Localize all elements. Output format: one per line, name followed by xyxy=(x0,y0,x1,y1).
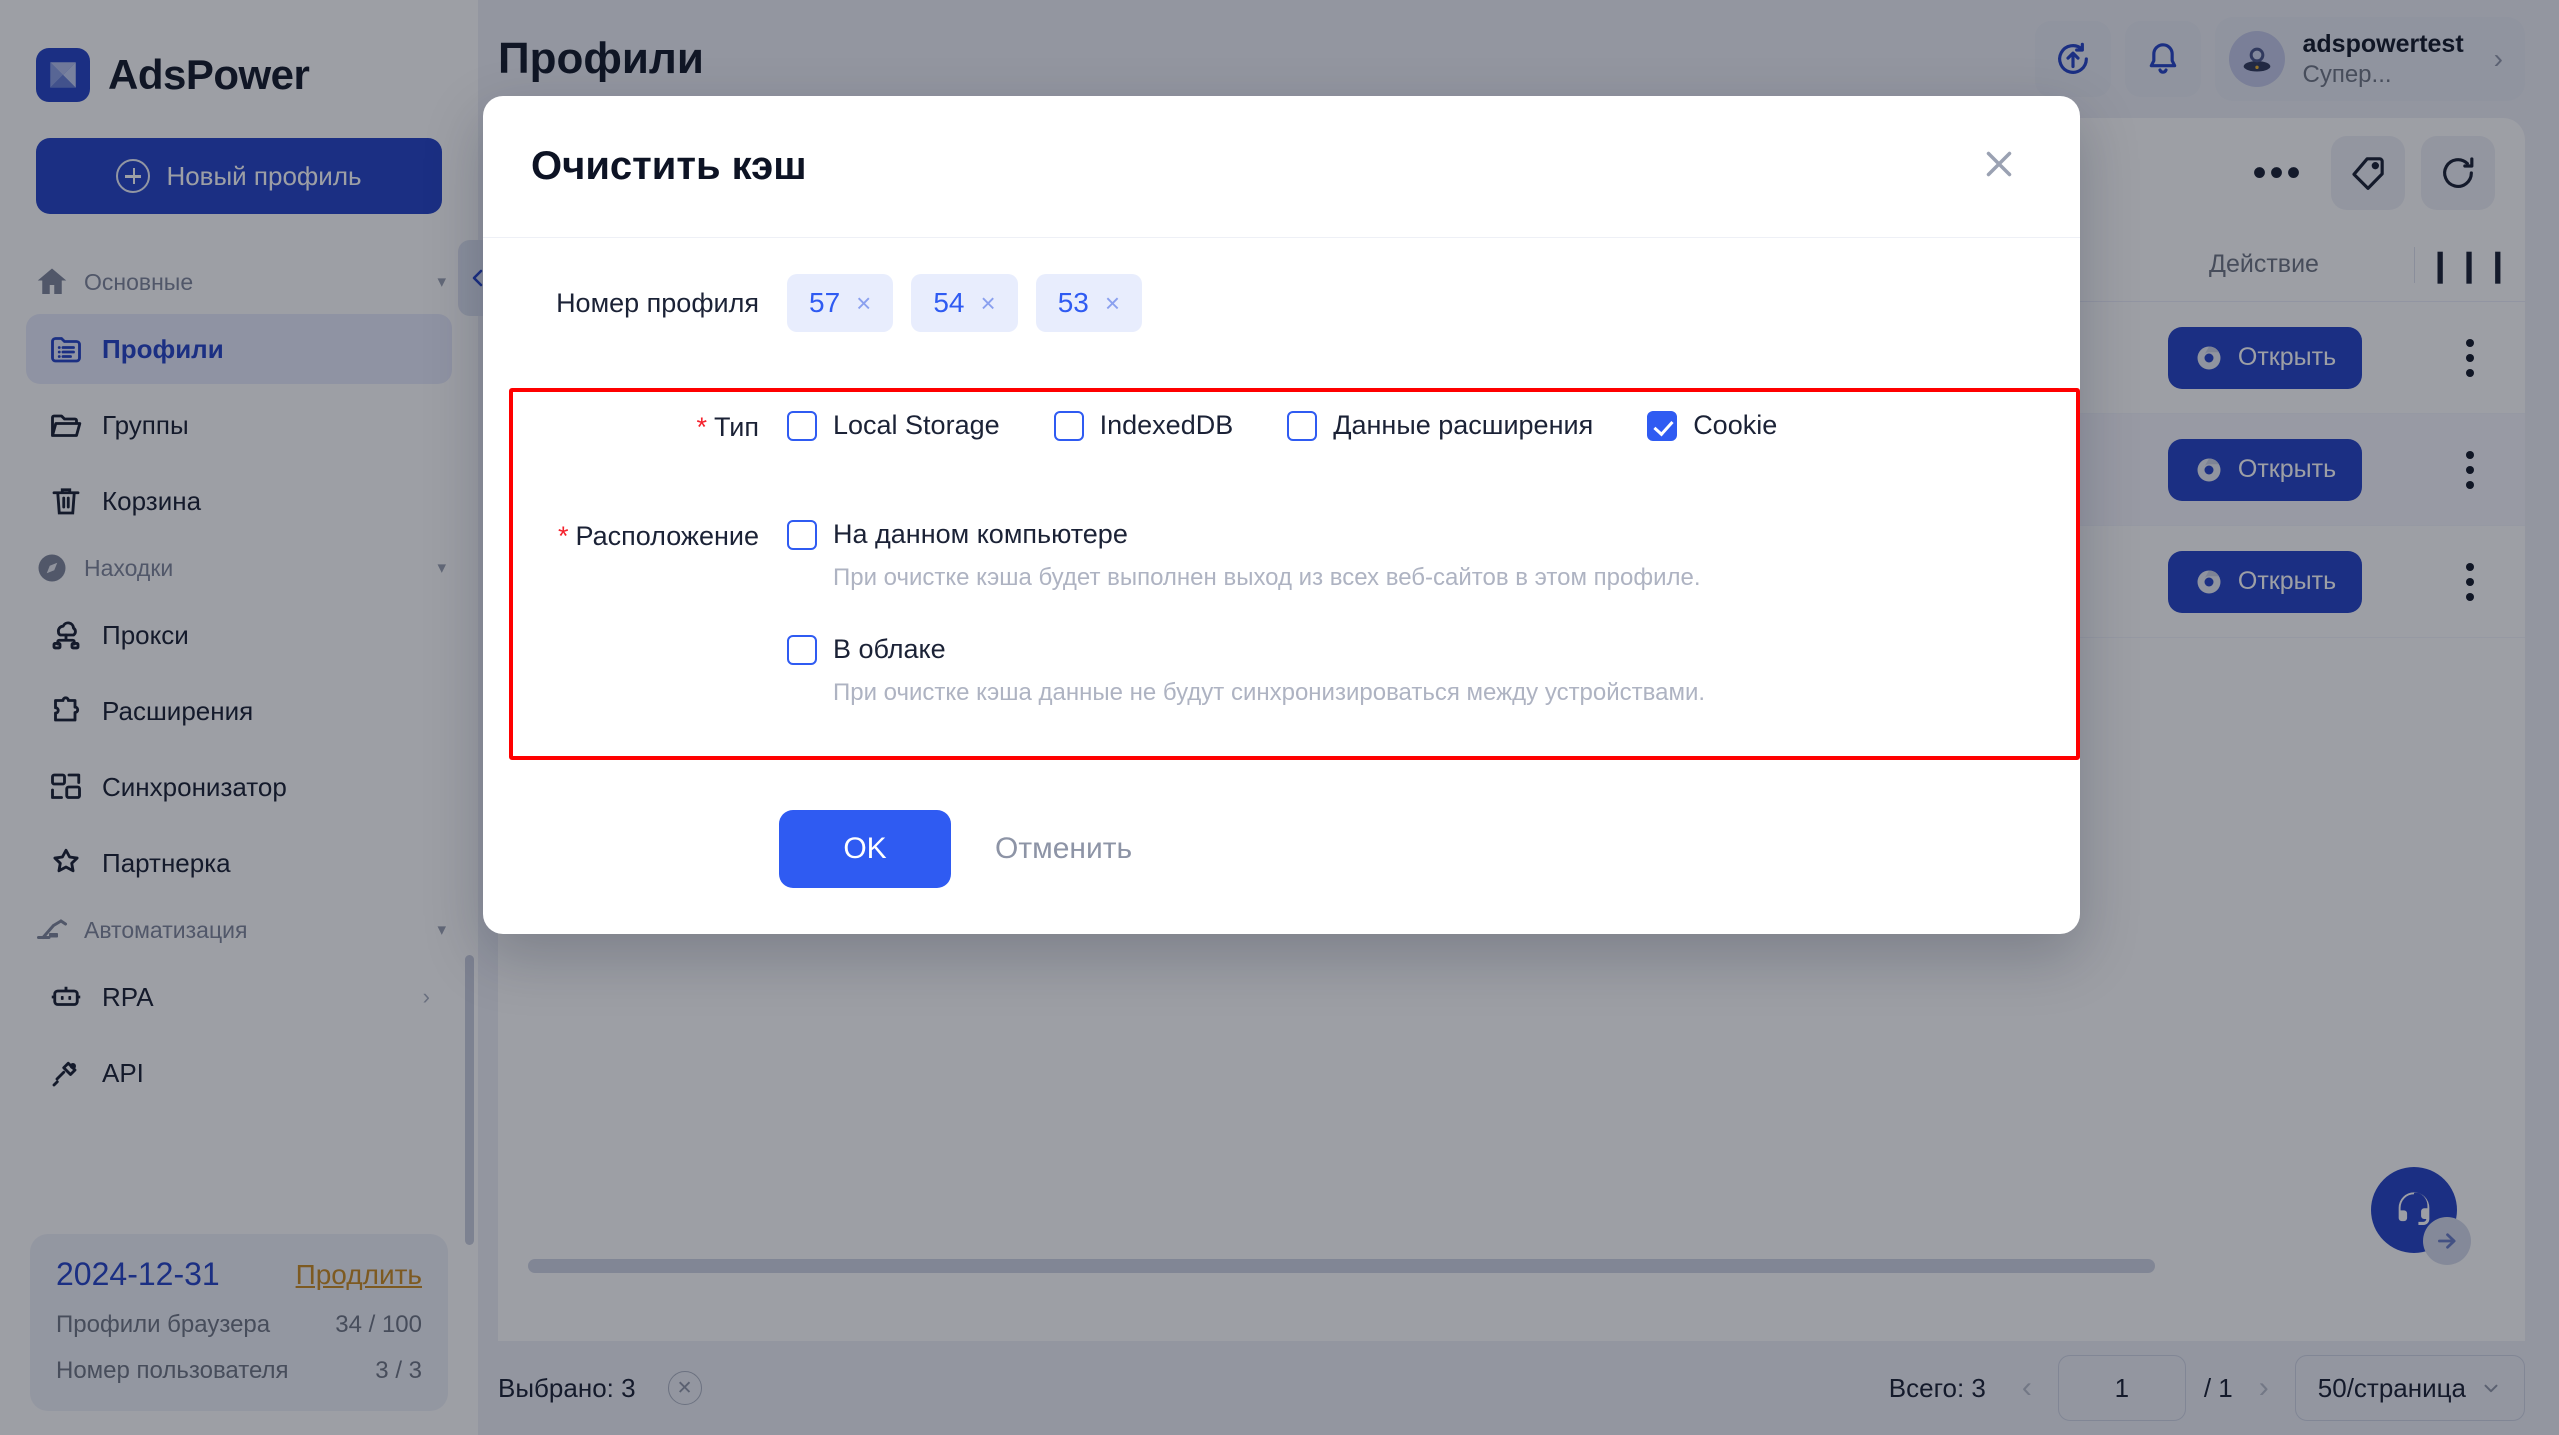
checkbox-box xyxy=(1287,410,1318,441)
profile-tag-value: 54 xyxy=(933,287,965,318)
checkbox-box xyxy=(1647,410,1678,441)
ok-button[interactable]: OK xyxy=(779,810,951,888)
remove-tag-icon[interactable]: × xyxy=(1105,288,1120,319)
profile-tag-value: 53 xyxy=(1057,287,1089,318)
dialog-title: Очистить кэш xyxy=(531,144,807,188)
remove-tag-icon[interactable]: × xyxy=(856,288,871,319)
profile-tag[interactable]: 53 × xyxy=(1035,274,1143,332)
dialog-actions: OK Отменить xyxy=(779,810,1154,888)
profile-number-field: Номер профиля 57 × 54 × 53 × xyxy=(531,274,2032,332)
cancel-button[interactable]: Отменить xyxy=(973,810,1154,888)
profile-number-label: Номер профиля xyxy=(556,288,759,318)
profile-number-tags: 57 × 54 × 53 × xyxy=(787,274,1143,332)
clear-cache-dialog: Очистить кэш Номер профиля 57 × 54 × 53 … xyxy=(483,96,2080,934)
checkbox-box xyxy=(787,410,817,441)
dialog-header: Очистить кэш xyxy=(483,96,2080,238)
checkbox-box xyxy=(787,519,817,550)
remove-tag-icon[interactable]: × xyxy=(981,288,996,319)
dialog-body: Номер профиля 57 × 54 × 53 × * Тип Local… xyxy=(483,238,2080,810)
close-button[interactable] xyxy=(1978,143,2020,190)
close-icon xyxy=(1986,151,2012,177)
highlight-annotation xyxy=(509,388,2080,760)
profile-tag[interactable]: 54 × xyxy=(911,274,1018,332)
profile-tag[interactable]: 57 × xyxy=(787,274,894,332)
profile-tag-value: 57 xyxy=(809,287,841,318)
checkbox-box xyxy=(1053,410,1084,441)
checkbox-box xyxy=(787,634,817,665)
dialog-footer: OK Отменить xyxy=(483,810,2080,934)
